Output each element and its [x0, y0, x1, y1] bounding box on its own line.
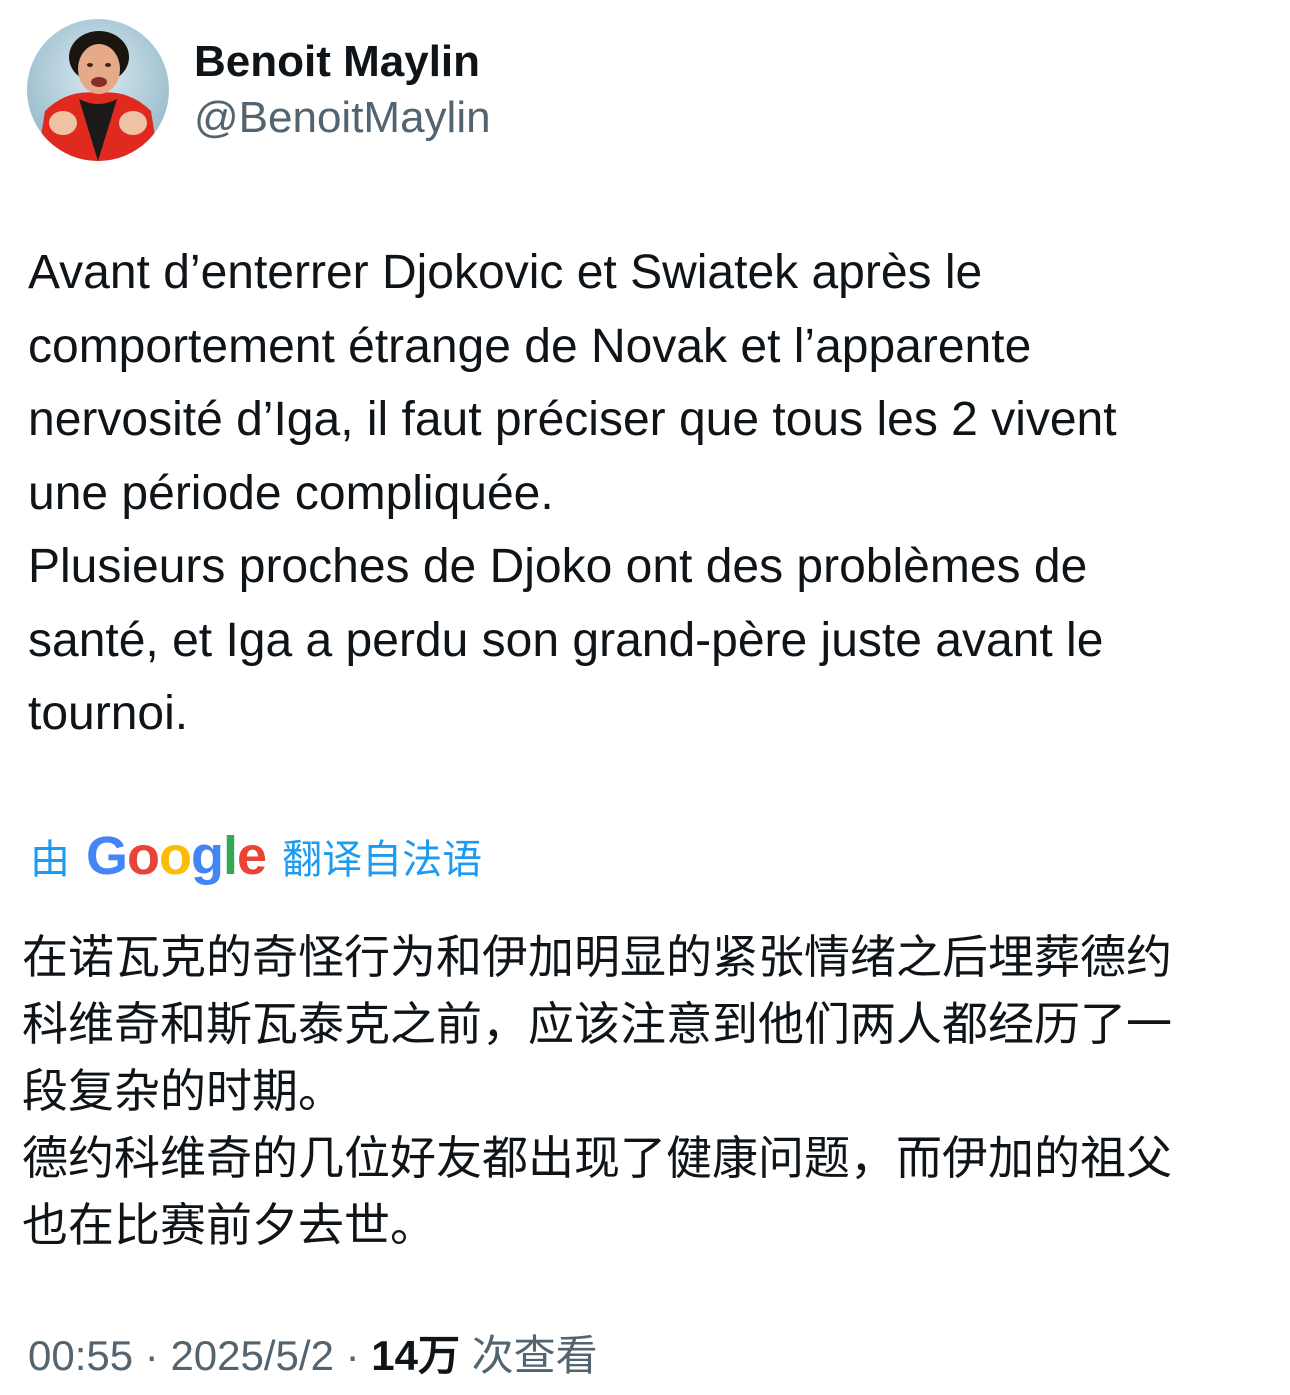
tweet-text: Avant d’enterrer Djokovic et Swiatek apr… — [28, 246, 1117, 740]
author-handle[interactable]: @BenoitMaylin — [194, 90, 491, 146]
tweet-meta: 00:55 · 2025/5/2 · 14万 次查看 — [28, 1328, 598, 1384]
views-count: 14万 — [371, 1332, 460, 1379]
author-display-name[interactable]: Benoit Maylin — [194, 34, 491, 90]
translated-text: 在诺瓦克的奇怪行为和伊加明显的紧张情绪之后埋葬德约 科维奇和斯瓦泰克之前，应该注… — [22, 930, 1172, 1252]
author-names: Benoit Maylin @BenoitMaylin — [194, 34, 491, 146]
tweet-date[interactable]: 2025/5/2 — [170, 1332, 334, 1379]
tweet-time[interactable]: 00:55 — [28, 1332, 133, 1379]
translation-suffix: 翻译自法语 — [282, 838, 483, 882]
tweet-header: Benoit Maylin @BenoitMaylin — [27, 19, 491, 161]
views-label: 次查看 — [471, 1332, 598, 1379]
google-logo: Google — [86, 826, 267, 886]
meta-separator: · — [333, 1332, 372, 1379]
avatar[interactable] — [27, 19, 169, 161]
translation-prefix: 由 — [30, 838, 70, 882]
avatar-image — [27, 19, 169, 161]
translation-attribution[interactable]: 由 Google 翻译自法语 — [30, 826, 482, 886]
tweet-detail: Benoit Maylin @BenoitMaylin Avant d’ente… — [0, 0, 1290, 1395]
meta-separator: · — [133, 1332, 171, 1379]
